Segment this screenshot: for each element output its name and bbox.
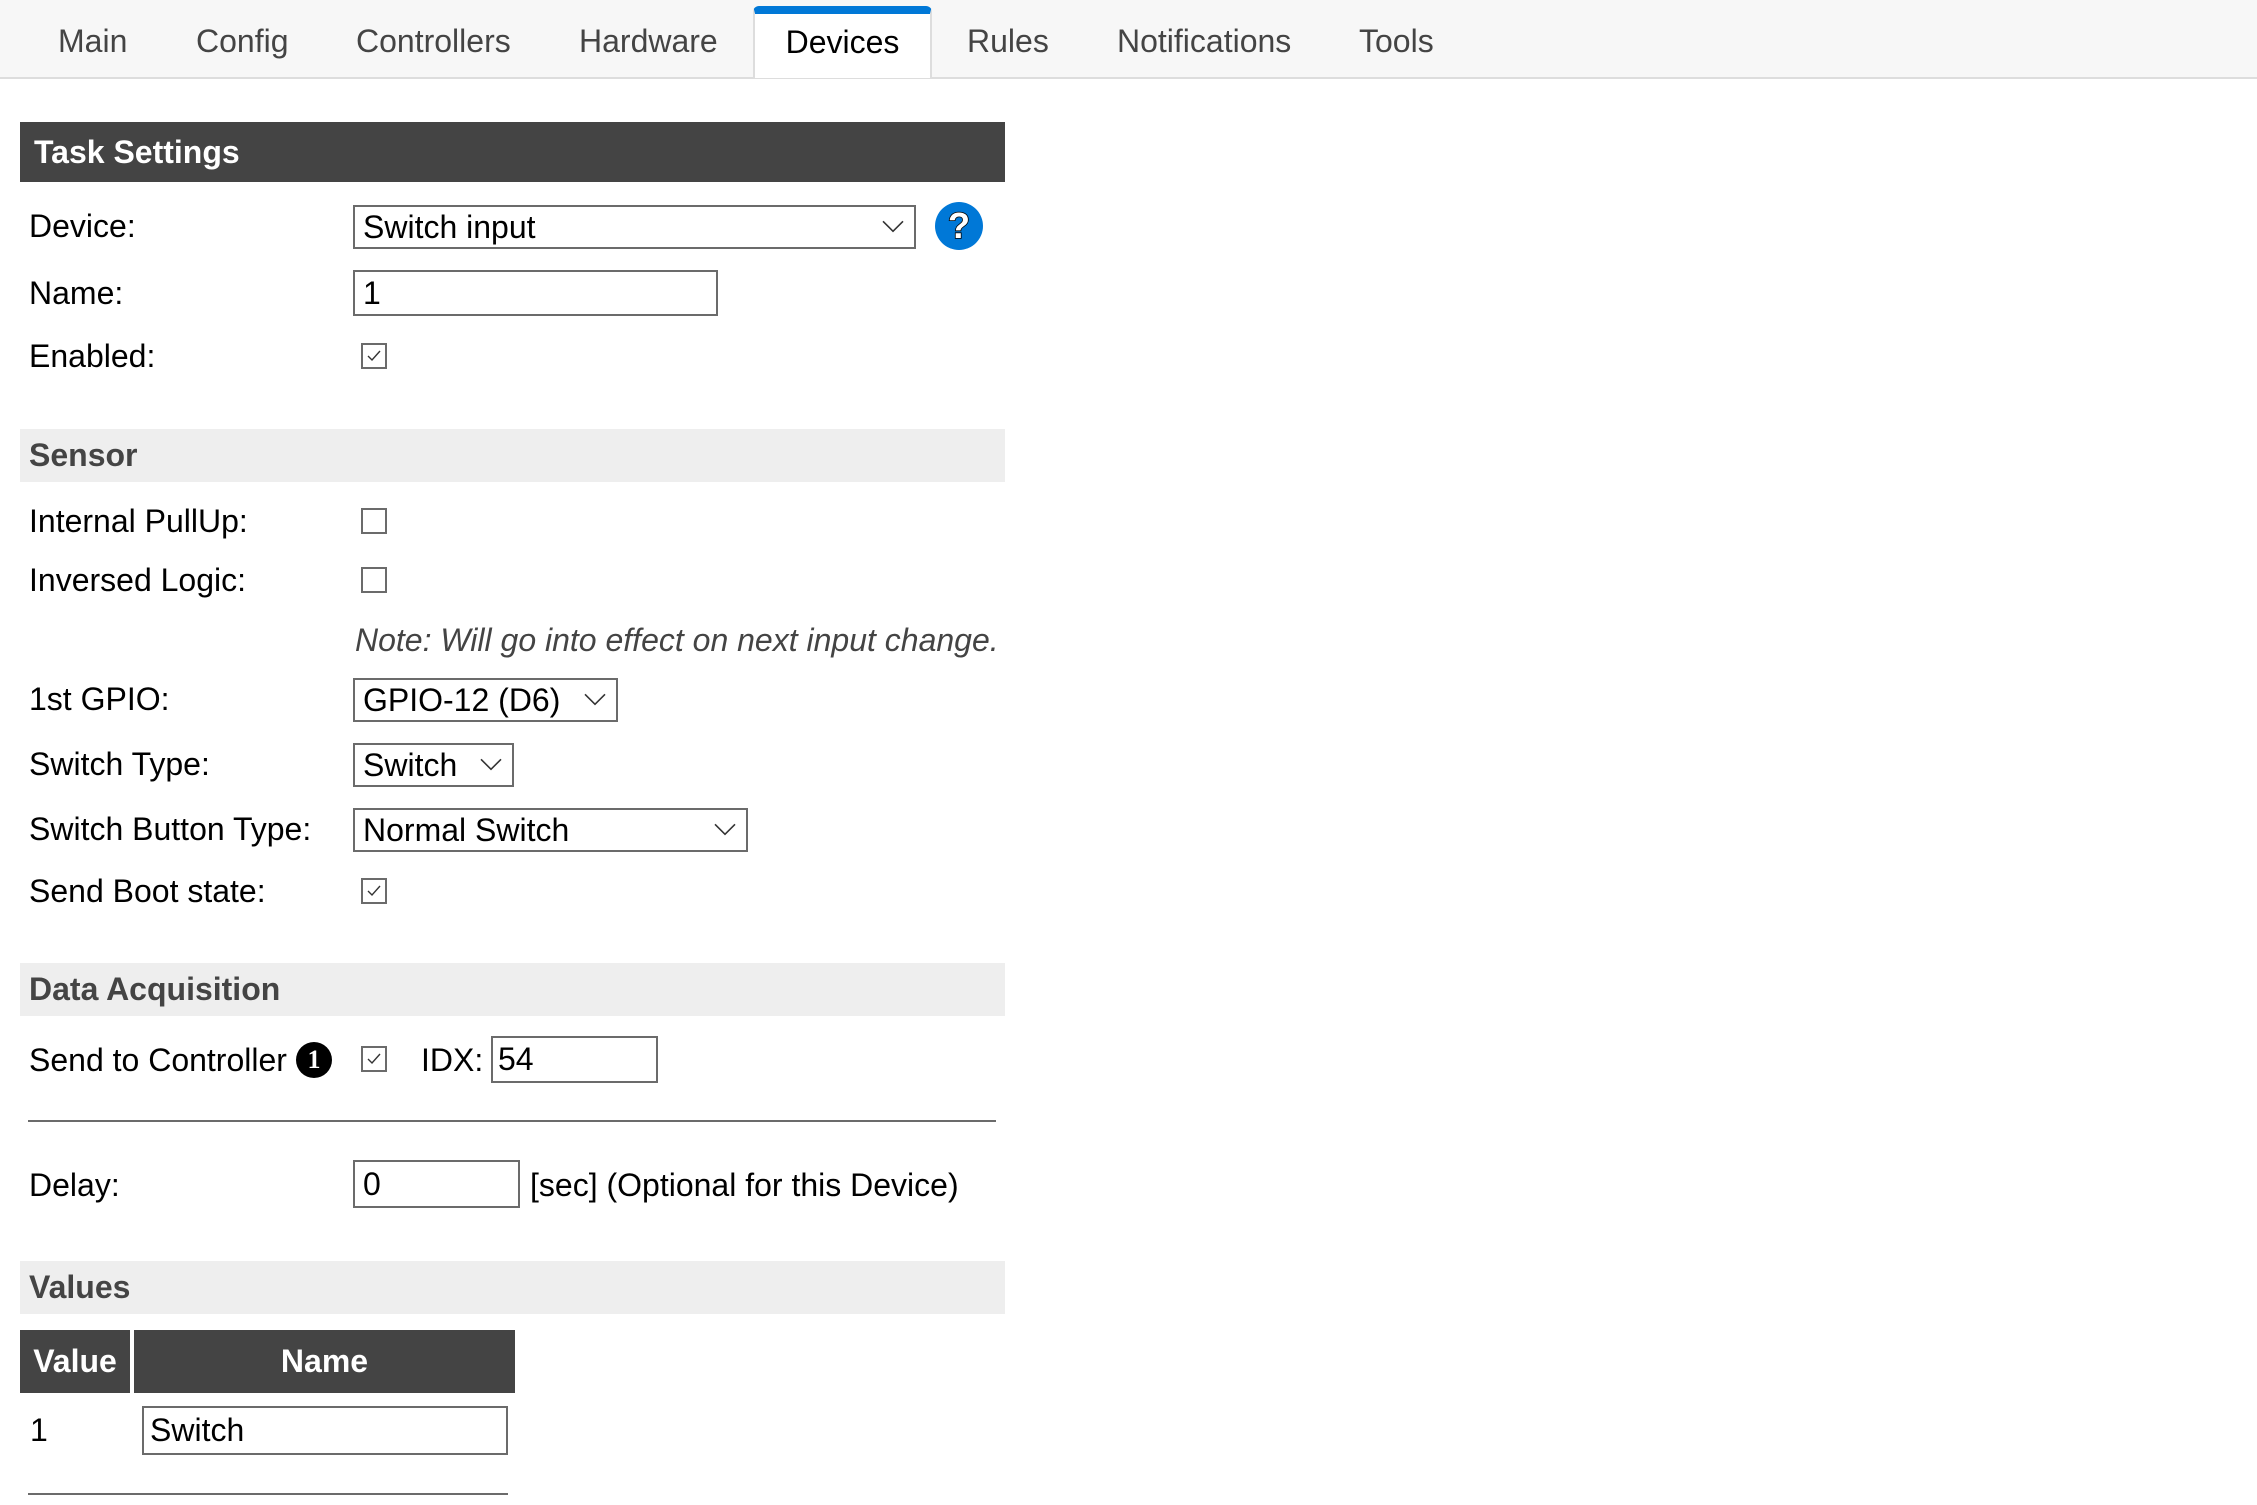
chevron-down-icon [714, 823, 736, 836]
sensor-header: Sensor [20, 429, 1005, 482]
switch-type-label: Switch Type: [29, 746, 210, 782]
switch-type-select-value: Switch [363, 747, 458, 783]
gpio-select[interactable]: GPIO-12 (D6) [353, 678, 618, 722]
device-select[interactable]: Switch input [353, 205, 916, 249]
tab-notifications[interactable]: Notifications [1117, 6, 1291, 79]
send-to-controller-checkbox[interactable] [361, 1046, 387, 1072]
tab-tools[interactable]: Tools [1359, 6, 1434, 79]
device-label: Device: [29, 208, 136, 244]
controller-number-badge: 1 [296, 1042, 332, 1078]
help-icon[interactable]: ? [935, 202, 983, 250]
values-header: Values [20, 1261, 1005, 1314]
inversed-logic-label: Inversed Logic: [29, 562, 247, 598]
divider [28, 1120, 996, 1122]
tab-main[interactable]: Main [58, 6, 127, 79]
internal-pullup-checkbox[interactable] [361, 508, 387, 534]
internal-pullup-label: Internal PullUp: [29, 503, 248, 539]
switch-button-type-label: Switch Button Type: [29, 811, 312, 847]
chevron-down-icon [584, 693, 606, 706]
gpio-label: 1st GPIO: [29, 681, 170, 717]
tab-hardware[interactable]: Hardware [579, 6, 718, 79]
value-name-input[interactable] [142, 1406, 508, 1455]
question-mark-icon: ? [947, 204, 971, 247]
device-select-value: Switch input [363, 209, 536, 245]
delay-label: Delay: [29, 1167, 120, 1203]
send-boot-state-checkbox[interactable] [361, 878, 387, 904]
switch-button-type-select-value: Normal Switch [363, 812, 570, 848]
top-nav: Main Config Controllers Hardware Devices… [0, 0, 2257, 79]
chevron-down-icon [882, 220, 904, 233]
tab-devices[interactable]: Devices [753, 6, 932, 78]
idx-label: IDX: [421, 1042, 484, 1078]
values-col-name: Name [134, 1330, 515, 1393]
chevron-down-icon [480, 758, 502, 771]
send-boot-state-label: Send Boot state: [29, 873, 266, 909]
inversed-logic-note: Note: Will go into effect on next input … [355, 622, 999, 658]
enabled-label: Enabled: [29, 338, 156, 374]
enabled-checkbox[interactable] [361, 343, 387, 369]
gpio-select-value: GPIO-12 (D6) [363, 682, 561, 718]
delay-input[interactable] [353, 1160, 520, 1208]
delay-hint: [sec] (Optional for this Device) [530, 1167, 959, 1203]
svg-text:?: ? [948, 205, 970, 246]
tab-config[interactable]: Config [196, 6, 289, 79]
send-to-controller-label: Send to Controller [29, 1042, 287, 1078]
inversed-logic-checkbox[interactable] [361, 567, 387, 593]
tab-rules[interactable]: Rules [967, 6, 1049, 79]
idx-input[interactable] [491, 1036, 658, 1083]
switch-type-select[interactable]: Switch [353, 743, 514, 787]
values-divider [28, 1493, 508, 1495]
task-settings-header: Task Settings [20, 122, 1005, 182]
checkmark-icon [367, 1053, 381, 1065]
name-label: Name: [29, 275, 124, 311]
tab-controllers[interactable]: Controllers [356, 6, 511, 79]
checkmark-icon [367, 885, 381, 897]
checkmark-icon [367, 350, 381, 362]
name-input[interactable] [353, 270, 718, 316]
values-col-value: Value [20, 1330, 130, 1393]
switch-button-type-select[interactable]: Normal Switch [353, 808, 748, 852]
data-acquisition-header: Data Acquisition [20, 963, 1005, 1016]
value-index: 1 [30, 1412, 48, 1448]
